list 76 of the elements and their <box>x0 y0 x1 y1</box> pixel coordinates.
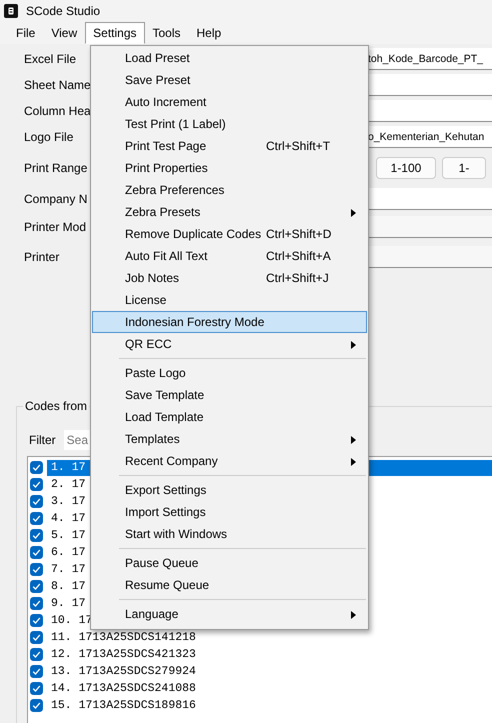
submenu-arrow-icon <box>351 341 356 349</box>
checkbox[interactable] <box>30 631 43 644</box>
input-field[interactable] <box>368 188 492 210</box>
range-button[interactable]: 1-100 <box>376 157 436 179</box>
menu-item[interactable]: Job Notes Ctrl+Shift+J <box>92 267 367 289</box>
field-label: Logo File <box>24 130 74 144</box>
submenu-arrow-icon <box>351 209 356 217</box>
field-label: Printer Mod <box>24 220 86 234</box>
menu-item[interactable]: Templates <box>92 428 367 450</box>
checkbox[interactable] <box>30 546 43 559</box>
menu-item[interactable]: Zebra Presets <box>92 201 367 223</box>
dropdown-field[interactable] <box>368 246 492 268</box>
code-item[interactable]: 15. 1713A25SDCS189816 <box>47 698 492 714</box>
checkbox[interactable] <box>30 495 43 508</box>
checkbox[interactable] <box>30 648 43 661</box>
group-title: Codes from <box>23 399 90 413</box>
menu-item[interactable]: License <box>92 289 367 311</box>
menu-item[interactable]: Export Settings <box>92 479 367 501</box>
input-field[interactable] <box>368 74 492 96</box>
menu-bar-item[interactable]: Help <box>188 22 230 44</box>
menu-item[interactable]: Recent Company <box>92 450 367 472</box>
checkbox[interactable] <box>30 665 43 678</box>
menu-bar-item[interactable]: Tools <box>144 22 189 44</box>
menu-item[interactable]: Print Test Page Ctrl+Shift+T <box>92 135 367 157</box>
menu-item[interactable]: Resume Queue <box>92 574 367 596</box>
checkbox[interactable] <box>30 563 43 576</box>
menu-item[interactable]: Test Print (1 Label) <box>92 113 367 135</box>
code-item[interactable]: 12. 1713A25SDCS421323 <box>47 646 492 662</box>
submenu-arrow-icon <box>351 458 356 466</box>
code-item[interactable]: 11. 1713A25SDCS141218 <box>47 630 492 646</box>
menu-bar-item[interactable]: View <box>43 22 86 44</box>
checkbox[interactable] <box>30 682 43 695</box>
checkbox[interactable] <box>30 529 43 542</box>
menu-item[interactable]: Language <box>92 603 367 625</box>
checkbox[interactable] <box>30 580 43 593</box>
checkbox[interactable] <box>30 597 43 610</box>
menu-item[interactable]: Zebra Preferences <box>92 179 367 201</box>
menu-item[interactable]: Paste Logo <box>92 362 367 384</box>
menu-item[interactable]: Remove Duplicate Codes Ctrl+Shift+D <box>92 223 367 245</box>
menu-item[interactable]: Auto Fit All Text Ctrl+Shift+A <box>92 245 367 267</box>
checkbox[interactable] <box>30 614 43 627</box>
input-field[interactable]: toh_Kode_Barcode_PT_ <box>368 48 492 70</box>
field-label: Printer <box>24 250 60 264</box>
filter-label: Filter <box>29 433 56 447</box>
field-label: Company N <box>24 192 88 206</box>
menu-item[interactable]: Print Properties <box>92 157 367 179</box>
menu-item[interactable]: Load Preset <box>92 47 367 69</box>
menu-item[interactable]: Save Preset <box>92 69 367 91</box>
checkbox[interactable] <box>30 699 43 712</box>
menu-item[interactable]: Pause Queue <box>92 552 367 574</box>
menu-item[interactable]: Save Template <box>92 384 367 406</box>
menu-item[interactable]: Import Settings <box>92 501 367 523</box>
window-title: SCode Studio <box>26 4 100 18</box>
menu-item[interactable]: Auto Increment <box>92 91 367 113</box>
checkbox[interactable] <box>30 512 43 525</box>
menu-bar-item[interactable]: Settings <box>85 22 144 44</box>
checkbox[interactable] <box>30 478 43 491</box>
menu-item[interactable]: Indonesian Forestry Mode <box>92 311 367 333</box>
checkbox[interactable] <box>30 461 43 474</box>
menu-bar-item[interactable]: File <box>8 22 44 44</box>
submenu-arrow-icon <box>351 611 356 619</box>
range-button[interactable]: 1- <box>442 157 486 179</box>
input-field[interactable] <box>368 100 492 122</box>
field-label: Print Range <box>24 161 88 175</box>
menu-item[interactable]: Start with Windows <box>92 523 367 545</box>
field-label: Sheet Name <box>24 78 91 92</box>
field-label: Column Hea <box>24 104 91 118</box>
input-field[interactable]: o_Kementerian_Kehutan <box>368 126 492 148</box>
code-item[interactable]: 13. 1713A25SDCS279924 <box>47 664 492 680</box>
menu-item[interactable]: QR ECC <box>92 333 367 355</box>
field-label: Excel File <box>24 52 76 66</box>
app-icon <box>4 4 18 18</box>
code-item[interactable]: 14. 1713A25SDCS241088 <box>47 680 492 696</box>
menu-item[interactable]: Load Template <box>92 406 367 428</box>
submenu-arrow-icon <box>351 436 356 444</box>
dropdown-field[interactable] <box>368 216 492 238</box>
